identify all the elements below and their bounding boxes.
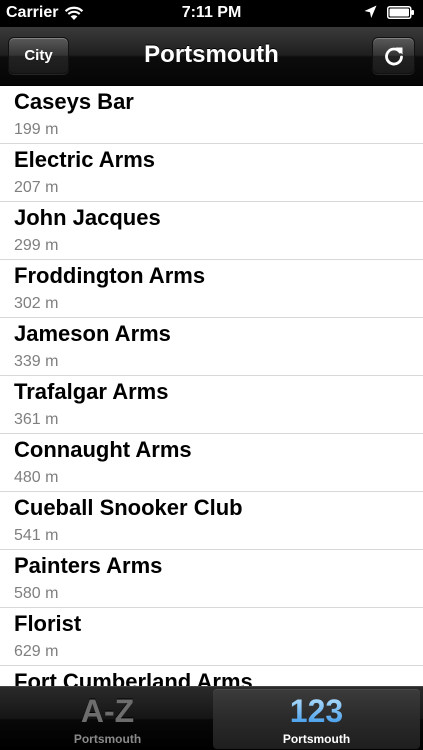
place-name: Caseys Bar bbox=[14, 89, 134, 114]
place-distance: 580 m bbox=[14, 585, 59, 602]
place-distance: 629 m bbox=[14, 643, 59, 660]
place-distance: 480 m bbox=[14, 469, 59, 486]
city-button[interactable]: City bbox=[8, 37, 69, 74]
place-distance: 199 m bbox=[14, 121, 59, 138]
tab-alphabetical[interactable]: A-Z Portsmouth bbox=[4, 689, 211, 749]
status-time: 7:11 PM bbox=[181, 4, 242, 21]
numeric-icon: 123 bbox=[213, 693, 420, 730]
place-name: Connaught Arms bbox=[14, 437, 192, 462]
list-item[interactable]: Trafalgar Arms 361 m bbox=[0, 376, 423, 434]
tab-label: Portsmouth bbox=[282, 732, 351, 746]
list-item[interactable]: Electric Arms 207 m bbox=[0, 144, 423, 202]
list-item[interactable]: Painters Arms 580 m bbox=[0, 550, 423, 608]
list-item[interactable]: Caseys Bar 199 m bbox=[0, 86, 423, 144]
refresh-button[interactable] bbox=[372, 37, 415, 74]
status-right bbox=[364, 5, 415, 19]
list-item[interactable]: Jameson Arms 339 m bbox=[0, 318, 423, 376]
place-name: Florist bbox=[14, 611, 82, 636]
alphabetical-icon: A-Z bbox=[80, 693, 135, 729]
location-arrow-icon bbox=[364, 5, 377, 18]
tab-bar: A-Z Portsmouth 123 Portsmouth bbox=[0, 686, 423, 750]
place-distance: 207 m bbox=[14, 179, 59, 196]
status-bar: Carrier 7:11 PM bbox=[0, 0, 423, 27]
list-item[interactable]: Florist 629 m bbox=[0, 608, 423, 666]
place-distance: 339 m bbox=[14, 353, 59, 370]
place-name: John Jacques bbox=[14, 205, 161, 230]
place-distance: 361 m bbox=[14, 411, 59, 428]
list-item[interactable]: Froddington Arms 302 m bbox=[0, 260, 423, 318]
place-name: Painters Arms bbox=[14, 553, 163, 578]
places-list[interactable]: Caseys Bar 199 m Electric Arms 207 m John Ja… bbox=[0, 86, 423, 686]
tab-label: Portsmouth bbox=[73, 732, 142, 746]
place-distance: 541 m bbox=[14, 527, 59, 544]
battery-icon bbox=[387, 5, 414, 19]
list-item[interactable]: Fort Cumberland Arms bbox=[0, 666, 423, 686]
place-distance: 302 m bbox=[14, 295, 59, 312]
refresh-icon bbox=[384, 47, 403, 65]
place-name: Electric Arms bbox=[14, 147, 156, 172]
place-name: Froddington Arms bbox=[14, 263, 206, 288]
place-name: Cueball Snooker Club bbox=[14, 495, 243, 520]
place-distance: 299 m bbox=[14, 237, 59, 254]
navigation-bar: City Portsmouth bbox=[0, 27, 423, 86]
list-item[interactable]: Cueball Snooker Club 541 m bbox=[0, 492, 423, 550]
place-name: Trafalgar Arms bbox=[14, 379, 169, 404]
page-title: Portsmouth bbox=[144, 41, 279, 68]
list-item[interactable]: John Jacques 299 m bbox=[0, 202, 423, 260]
list-item[interactable]: Connaught Arms 480 m bbox=[0, 434, 423, 492]
tab-distance[interactable]: 123 Portsmouth bbox=[213, 689, 420, 749]
place-name: Jameson Arms bbox=[14, 321, 171, 346]
place-name: Fort Cumberland Arms bbox=[14, 669, 253, 686]
